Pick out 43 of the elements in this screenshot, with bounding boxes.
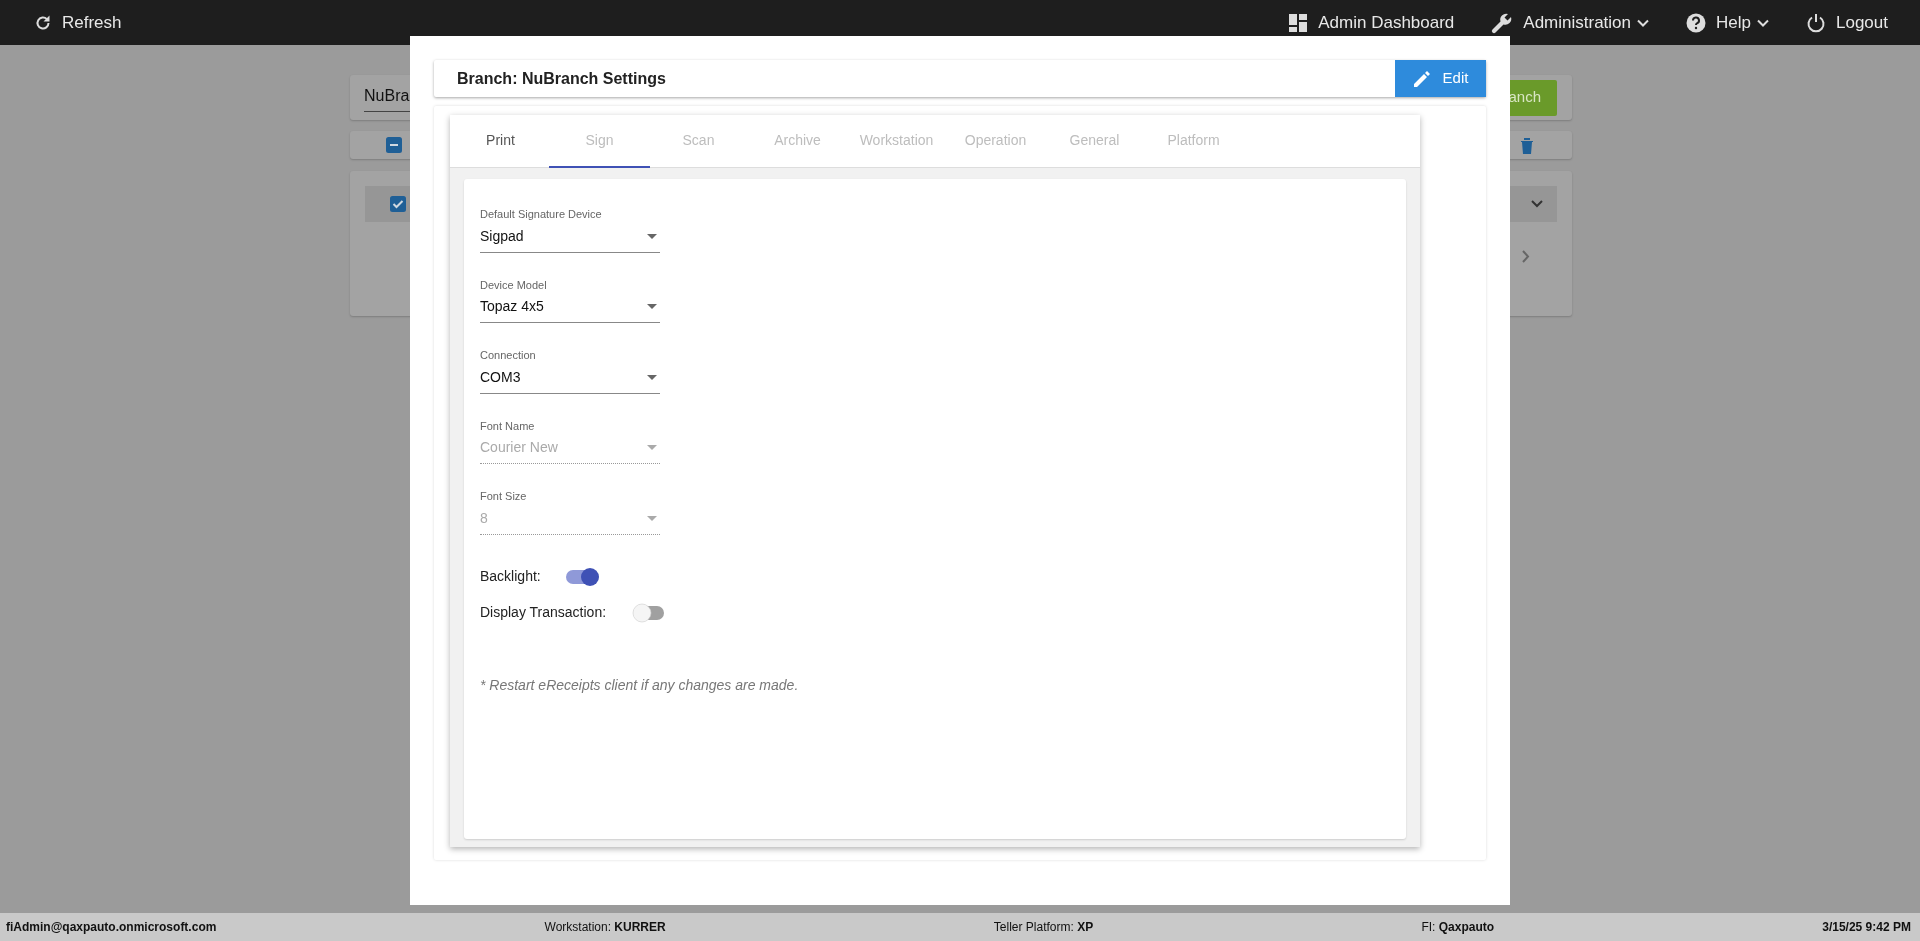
- power-icon: [1806, 12, 1826, 33]
- topbar-link[interactable]: Admin Dashboard: [1288, 9, 1455, 36]
- dropdown-field[interactable]: Topaz 4x5: [480, 296, 660, 323]
- caret-icon: [1637, 18, 1650, 27]
- checkbox[interactable]: [386, 137, 402, 153]
- topbar-link[interactable]: Refresh: [34, 9, 122, 36]
- toggle-label: Display Transaction:: [480, 603, 607, 622]
- dashboard-icon: [1288, 12, 1309, 33]
- dropdown-arrow-icon: [647, 445, 657, 450]
- topbar-link[interactable]: Logout: [1806, 9, 1888, 36]
- edit-button[interactable]: Edit: [1395, 60, 1486, 97]
- dropdown-arrow-icon: [647, 374, 657, 380]
- dialog-title: Branch: NuBranch Settings: [456, 68, 666, 89]
- status-text: Teller Platform: XP: [993, 919, 1094, 936]
- status-text: fiAdmin@qaxpauto.onmicrosoft.com: [6, 919, 217, 936]
- status-text: 3/15/25 9:42 PM: [1822, 919, 1911, 936]
- field-label: Default Signature Device: [480, 207, 603, 222]
- dropdown-field[interactable]: Sigpad: [480, 225, 660, 253]
- field-label: Font Name: [480, 418, 536, 434]
- caret-icon: [1757, 18, 1769, 27]
- pencil-icon: [1412, 69, 1431, 88]
- delete-icon[interactable]: [1520, 136, 1534, 154]
- refresh-icon: [34, 13, 52, 32]
- chevron-down-icon[interactable]: [1531, 200, 1543, 208]
- dropdown-arrow-icon: [647, 304, 657, 309]
- toggle-switch[interactable]: [563, 566, 600, 587]
- dropdown-field[interactable]: COM3: [480, 366, 660, 394]
- dropdown-arrow-icon: [647, 233, 657, 239]
- field-label: Device Model: [480, 277, 548, 293]
- tab[interactable]: Print: [450, 115, 551, 168]
- topbar-link[interactable]: Help: [1686, 9, 1769, 36]
- status-text: FI: Qaxpauto: [1421, 919, 1495, 936]
- chevron-right-icon[interactable]: [1522, 250, 1530, 263]
- topbar-link[interactable]: Administration: [1491, 9, 1650, 36]
- status-text: Workstation: KURRER: [544, 919, 666, 936]
- wrench-icon: [1491, 11, 1514, 34]
- field-label: Font Size: [480, 489, 528, 504]
- checkbox[interactable]: [390, 196, 406, 212]
- toggle-label: Backlight:: [480, 567, 541, 586]
- help-icon: [1686, 12, 1707, 33]
- restart-note: * Restart eReceipts client if any changes are made.: [480, 675, 800, 695]
- dropdown-arrow-icon: [647, 515, 657, 521]
- field-label: Connection: [480, 348, 537, 363]
